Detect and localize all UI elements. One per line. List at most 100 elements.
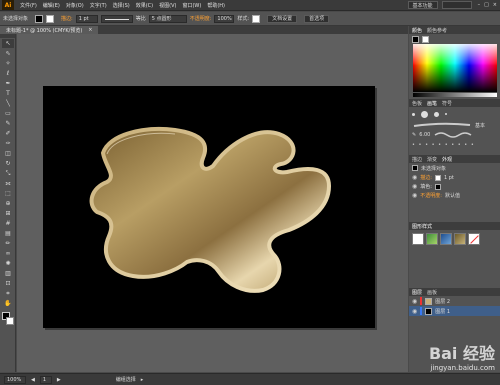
menu-view[interactable]: 视图(V)	[159, 2, 176, 9]
color-ramp-strip[interactable]	[413, 93, 497, 97]
stroke-weight-field[interactable]: 1 pt	[75, 14, 98, 23]
rotate-tool-icon[interactable]: ↻	[2, 159, 14, 168]
menu-effect[interactable]: 效果(C)	[136, 2, 153, 9]
artboard-tool-icon[interactable]: ⊡	[2, 279, 14, 288]
fill-stroke-indicator[interactable]	[2, 312, 14, 326]
appearance-opacity-label[interactable]: 不透明度:	[420, 192, 442, 199]
workspace-switcher[interactable]: 基本功能	[407, 1, 438, 9]
free-transform-tool-icon[interactable]: ⬚	[2, 189, 14, 198]
stroke-swatch[interactable]	[46, 14, 55, 23]
preferences-button[interactable]: 首选项	[304, 14, 330, 23]
minimize-icon[interactable]: –	[478, 2, 481, 8]
visibility-eye-icon[interactable]: ◉	[412, 308, 417, 315]
mesh-tool-icon[interactable]: #	[2, 219, 14, 228]
direct-selection-tool-icon[interactable]: ⇖	[2, 49, 14, 58]
shape-builder-tool-icon[interactable]: ⊕	[2, 199, 14, 208]
opacity-label[interactable]: 不透明度:	[190, 15, 212, 22]
visibility-eye-icon[interactable]: ◉	[412, 298, 417, 305]
appearance-stroke-swatch[interactable]	[434, 174, 441, 181]
color-fill-swatch[interactable]	[412, 35, 419, 43]
rectangle-tool-icon[interactable]: ▭	[2, 109, 14, 118]
brush-size-value[interactable]: 6.00	[419, 132, 430, 138]
status-menu-icon[interactable]: ▸	[141, 377, 144, 383]
brush-stroke-row[interactable]: 基本	[409, 121, 500, 129]
prev-artboard-icon[interactable]: ◀	[31, 377, 35, 383]
width-tool-icon[interactable]: ⟗	[2, 179, 14, 188]
graphic-style-none[interactable]	[468, 233, 480, 245]
gold-blob-shape[interactable]	[89, 127, 332, 293]
layer-name[interactable]: 图层 2	[435, 298, 450, 305]
fill-swatch[interactable]	[35, 14, 44, 23]
tab-symbols[interactable]: 符号	[442, 100, 452, 107]
tab-appearance[interactable]: 外观	[442, 156, 452, 163]
graphic-style-default[interactable]	[412, 233, 424, 245]
tab-artboards[interactable]: 画板	[427, 289, 437, 296]
pen-tool-icon[interactable]: ✒	[2, 79, 14, 88]
tools-panel-grip[interactable]	[0, 34, 15, 38]
document-tab[interactable]: 未标题-1* @ 100% (CMYK/预览) ×	[0, 26, 99, 34]
menu-window[interactable]: 窗口(W)	[182, 2, 201, 9]
menu-edit[interactable]: 编辑(E)	[43, 2, 60, 9]
stroke-label[interactable]: 描边:	[61, 15, 73, 22]
brush-tip-large[interactable]	[421, 110, 428, 118]
appearance-stroke-row[interactable]: ◉ 描边: 1 pt	[409, 173, 500, 182]
selection-tool-icon[interactable]: ↖	[2, 39, 14, 48]
graphic-style-blue[interactable]	[440, 233, 452, 245]
color-stroke-swatch[interactable]	[422, 35, 429, 43]
appearance-opacity-row[interactable]: ◉ 不透明度: 默认值	[409, 191, 500, 200]
opacity-field[interactable]: 100%	[214, 14, 235, 23]
blob-brush-tool-icon[interactable]: ✑	[2, 139, 14, 148]
tab-graphic-styles[interactable]: 图形样式	[412, 223, 432, 230]
layer-name[interactable]: 图层 1	[435, 308, 450, 315]
hand-tool-icon[interactable]: ✋	[2, 299, 14, 308]
type-tool-icon[interactable]: T	[2, 89, 14, 98]
eraser-tool-icon[interactable]: ◫	[2, 149, 14, 158]
brush-definition[interactable]: 5 点圆形	[148, 14, 187, 23]
tab-swatches[interactable]: 色板	[412, 100, 422, 107]
layer-row[interactable]: ◉ 图层 1	[409, 306, 500, 316]
close-tab-icon[interactable]: ×	[88, 27, 92, 33]
appearance-stroke-label[interactable]: 描边:	[420, 174, 432, 181]
brush-tip-medium[interactable]	[434, 111, 439, 117]
scale-tool-icon[interactable]: ⤡	[2, 169, 14, 178]
search-field[interactable]	[441, 1, 472, 9]
paintbrush-tool-icon[interactable]: ✎	[2, 119, 14, 128]
tab-color[interactable]: 颜色	[412, 27, 422, 34]
brush-dots-preview[interactable]: • • • • • • • • • •	[412, 142, 475, 148]
appearance-fill-swatch[interactable]	[434, 183, 441, 190]
column-graph-tool-icon[interactable]: ▥	[2, 269, 14, 278]
graphic-style-swatch[interactable]	[252, 14, 261, 23]
maximize-icon[interactable]: □	[484, 2, 489, 8]
next-artboard-icon[interactable]: ▶	[57, 377, 61, 383]
artboard[interactable]	[43, 86, 375, 328]
pencil-tool-icon[interactable]: ✐	[2, 129, 14, 138]
visibility-eye-icon[interactable]: ◉	[412, 174, 417, 181]
menu-help[interactable]: 帮助(H)	[207, 2, 225, 9]
appearance-stroke-weight[interactable]: 1 pt	[444, 175, 454, 181]
tab-layers[interactable]: 图层	[412, 289, 422, 296]
document-setup-button[interactable]: 文档设置	[267, 14, 298, 23]
variable-width-profile[interactable]	[100, 14, 133, 23]
gradient-tool-icon[interactable]: ▤	[2, 229, 14, 238]
zoom-field[interactable]: 100%	[4, 375, 26, 384]
menu-file[interactable]: 文件(F)	[20, 2, 37, 9]
visibility-eye-icon[interactable]: ◉	[412, 183, 417, 190]
lasso-tool-icon[interactable]: ℓ	[2, 69, 14, 78]
menu-select[interactable]: 选择(S)	[113, 2, 130, 9]
visibility-eye-icon[interactable]: ◉	[412, 192, 417, 199]
magic-wand-tool-icon[interactable]: ✧	[2, 59, 14, 68]
perspective-grid-tool-icon[interactable]: ⊞	[2, 209, 14, 218]
artboard-number-field[interactable]: 1	[39, 375, 52, 384]
color-spectrum[interactable]	[413, 44, 497, 92]
brush-tip-tiny[interactable]	[445, 113, 447, 115]
appearance-fill-row[interactable]: ◉ 填色:	[409, 182, 500, 191]
tab-brushes[interactable]: 画笔	[427, 100, 437, 107]
tab-gradient[interactable]: 渐变	[427, 156, 437, 163]
close-icon[interactable]: ×	[493, 2, 497, 8]
brush-tip-small[interactable]	[412, 112, 415, 116]
layer-row[interactable]: ◉ 图层 2	[409, 296, 500, 306]
graphic-style-green[interactable]	[426, 233, 438, 245]
slice-tool-icon[interactable]: ⌗	[2, 289, 14, 298]
eyedropper-tool-icon[interactable]: ✏	[2, 239, 14, 248]
menu-type[interactable]: 文字(T)	[90, 2, 107, 9]
